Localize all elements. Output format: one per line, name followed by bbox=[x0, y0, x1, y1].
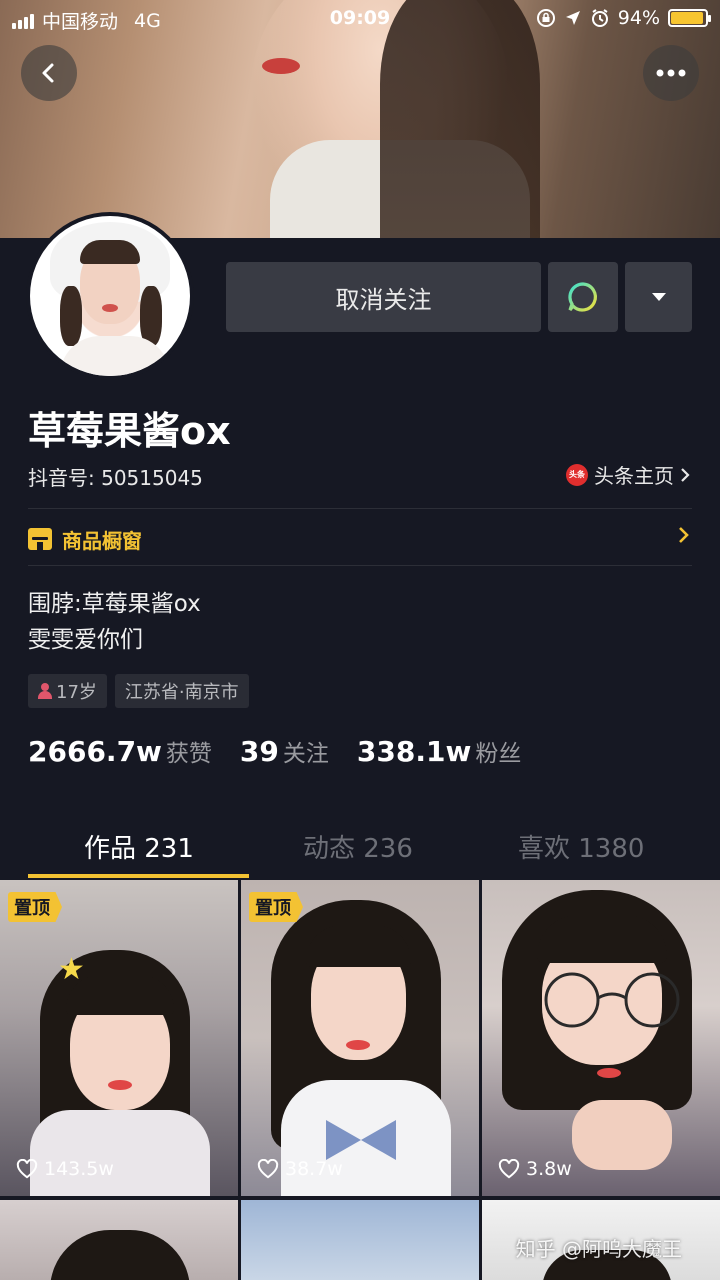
chevron-left-icon bbox=[42, 63, 54, 83]
bio: 围脖:草莓果酱ox 雯雯爱你们 bbox=[28, 586, 201, 658]
lock-rotation-icon bbox=[536, 9, 555, 27]
alarm-icon bbox=[591, 9, 608, 27]
product-showcase-label: 商品橱窗 bbox=[62, 528, 142, 553]
location-tag: 江苏省·南京市 bbox=[114, 674, 249, 708]
stat-label: 粉丝 bbox=[475, 741, 522, 767]
stat-likes[interactable]: 2666.7w 获赞 bbox=[28, 734, 212, 768]
active-tab-indicator bbox=[28, 874, 249, 878]
bio-line: 雯雯爱你们 bbox=[28, 627, 143, 653]
stat-value: 2666.7w bbox=[28, 735, 162, 768]
divider bbox=[28, 508, 692, 509]
stat-followers[interactable]: 338.1w 粉丝 bbox=[357, 734, 521, 768]
message-button[interactable] bbox=[548, 262, 618, 332]
tab-moments[interactable]: 动态 236 bbox=[303, 828, 413, 865]
triangle-down-icon bbox=[651, 293, 666, 301]
location-arrow-icon bbox=[565, 11, 580, 25]
stat-value: 39 bbox=[239, 735, 279, 768]
battery-percent: 94% bbox=[617, 7, 660, 29]
female-user-icon bbox=[38, 683, 52, 699]
video-thumbnail[interactable] bbox=[241, 1200, 479, 1280]
stat-label: 关注 bbox=[282, 741, 329, 767]
video-thumbnail[interactable]: ★ 置顶 143.5w bbox=[0, 880, 238, 1196]
tab-works[interactable]: 作品 231 bbox=[84, 828, 194, 865]
glasses-illustration bbox=[544, 972, 680, 1028]
video-thumbnail[interactable] bbox=[0, 1200, 238, 1280]
heart-icon bbox=[257, 1159, 279, 1179]
toutiao-link-label: 头条主页 bbox=[594, 464, 674, 488]
pinned-badge: 置顶 bbox=[249, 892, 303, 922]
shop-icon bbox=[28, 528, 52, 550]
more-options-button[interactable] bbox=[643, 45, 699, 101]
more-dots-icon bbox=[656, 69, 686, 77]
toutiao-logo-icon: 头条 bbox=[566, 463, 588, 486]
back-button[interactable] bbox=[21, 45, 77, 101]
bio-line: 围脖:草莓果酱ox bbox=[28, 591, 201, 617]
video-likes-count: 3.8w bbox=[526, 1158, 572, 1180]
toutiao-home-link[interactable]: 头条 头条主页 bbox=[566, 460, 690, 489]
stat-label: 获赞 bbox=[165, 741, 212, 767]
video-likes-count: 38.7w bbox=[285, 1158, 343, 1180]
video-likes: 38.7w bbox=[257, 1158, 343, 1180]
chevron-right-icon bbox=[679, 527, 689, 543]
age-label: 17岁 bbox=[56, 682, 97, 703]
age-tag: 17岁 bbox=[28, 674, 107, 708]
video-likes: 3.8w bbox=[498, 1158, 572, 1180]
battery-icon bbox=[668, 9, 711, 27]
video-thumbnail[interactable]: 3.8w bbox=[482, 880, 720, 1196]
divider bbox=[28, 565, 692, 566]
video-thumbnail[interactable]: 置顶 38.7w bbox=[241, 880, 479, 1196]
recommend-dropdown-button[interactable] bbox=[625, 262, 692, 332]
unfollow-button[interactable]: 取消关注 bbox=[226, 262, 541, 332]
chat-bubble-icon bbox=[568, 282, 597, 312]
tab-likes[interactable]: 喜欢 1380 bbox=[518, 828, 644, 865]
pinned-badge: 置顶 bbox=[8, 892, 62, 922]
stat-following[interactable]: 39 关注 bbox=[240, 734, 329, 768]
heart-icon bbox=[16, 1159, 38, 1179]
video-likes: 143.5w bbox=[16, 1158, 114, 1180]
product-showcase-row[interactable]: 商品橱窗 bbox=[28, 522, 692, 556]
content-tabs: 作品 231 动态 236 喜欢 1380 bbox=[0, 818, 720, 878]
heart-icon bbox=[498, 1159, 520, 1179]
watermark: 知乎 @阿呜大魔王 bbox=[515, 1237, 682, 1261]
douyin-id: 抖音号: 50515045 bbox=[28, 466, 203, 490]
status-bar: 中国移动 4G 09:09 94% bbox=[0, 0, 720, 40]
video-likes-count: 143.5w bbox=[44, 1158, 114, 1180]
nickname: 草莓果酱ox bbox=[28, 409, 231, 453]
stat-value: 338.1w bbox=[356, 735, 472, 768]
profile-stats: 2666.7w 获赞 39 关注 338.1w 粉丝 bbox=[28, 734, 521, 768]
profile-tags: 17岁 江苏省·南京市 bbox=[28, 674, 249, 708]
avatar[interactable] bbox=[26, 212, 194, 380]
location-label: 江苏省·南京市 bbox=[124, 682, 239, 703]
chevron-right-icon bbox=[681, 467, 690, 482]
